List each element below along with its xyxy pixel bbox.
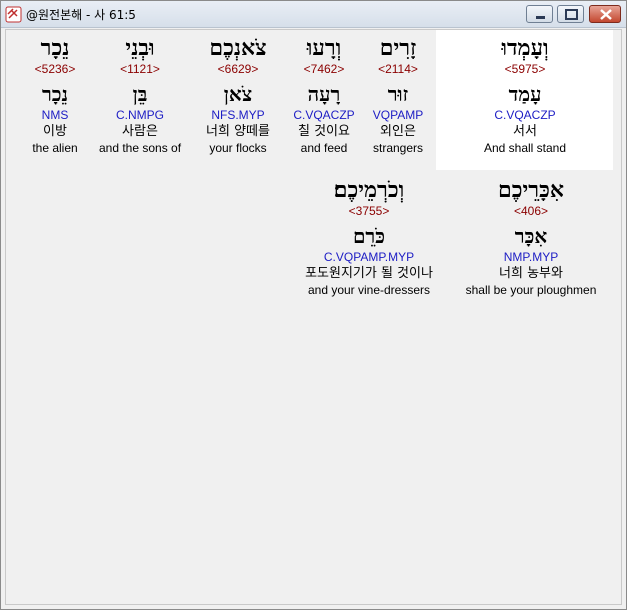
korean-gloss: 이방 [43,124,67,139]
hebrew-lemma: זוּר [387,82,409,106]
hebrew-word: צֹאנְכֶם [209,35,267,61]
strong-number[interactable]: <6629> [206,62,270,76]
interlinear-panel: וְעָמְדוּ <5975> עָמַד C.VQACZP 서서 And s… [5,29,622,605]
korean-gloss: 외인은 [380,124,416,139]
maximize-icon [565,9,578,20]
hebrew-word: וּבְנֵי [125,35,155,61]
word-block[interactable]: זָרִים <2114> זוּר VQPAMP 외인은 strangers [373,34,423,155]
english-gloss: strangers [372,141,424,155]
window-title: @원전본해 - 사 61:5 [26,8,136,22]
hebrew-word: זָרִים [379,35,417,61]
hebrew-lemma: רָעָה [307,82,341,106]
close-button[interactable] [589,5,621,23]
hebrew-word: וְרָעוּ [306,35,342,61]
parsing-code: NMP.MYP [503,250,559,264]
parsing-code: C.VQPAMP.MYP [323,250,415,264]
minimize-icon [536,16,545,19]
strong-number[interactable]: <5975> [484,62,566,76]
strong-number[interactable]: <7462> [293,62,354,76]
english-gloss: your flocks [209,141,267,155]
close-icon [600,9,612,20]
hebrew-lemma: כֹּרֵם [352,224,386,248]
korean-gloss: 칠 것이요 [298,124,350,139]
korean-gloss: 서서 [513,124,537,139]
bible-app-icon [5,6,22,23]
strong-number[interactable]: <5236> [32,62,77,76]
title-bar[interactable]: @원전본해 - 사 61:5 [1,1,626,28]
parsing-code: C.VQACZP [293,108,355,122]
english-gloss: And shall stand [483,141,567,155]
parsing-code: VQPAMP [372,108,424,122]
hebrew-lemma: צֹאן [223,82,253,106]
english-gloss: and feed [300,141,348,155]
minimize-button[interactable] [526,5,553,23]
english-gloss: shall be your ploughmen [465,283,597,297]
maximize-button[interactable] [557,5,584,23]
hebrew-lemma: בֵּן [132,82,148,106]
word-block[interactable]: וּבְנֵי <1121> בֵּן C.NMPG 사람은 and the s… [99,34,181,155]
hebrew-word: אִכָּרֵיכֶם [498,177,564,203]
strong-number[interactable]: <1121> [99,62,181,76]
app-window: @원전본해 - 사 61:5 וְעָמְדוּ <5975> עָמַד C.… [0,0,627,610]
word-block[interactable]: וְעָמְדוּ <5975> עָמַד C.VQACZP 서서 And s… [484,34,566,155]
parsing-code: NMS [41,108,69,122]
parsing-code: C.VQACZP [494,108,556,122]
word-block[interactable]: וְרָעוּ <7462> רָעָה C.VQACZP 칠 것이요 and … [293,34,354,155]
strong-number[interactable]: <3755> [305,204,433,218]
hebrew-lemma: נֵכָר [41,82,69,106]
strong-number[interactable]: <2114> [373,62,423,76]
hebrew-word: וְעָמְדוּ [501,35,549,61]
word-block[interactable]: אִכָּרֵיכֶם <406> אִכָּר NMP.MYP 너희 농부와 … [466,176,597,297]
korean-gloss: 포도원지기가 될 것이나 [305,266,433,281]
hebrew-word: נֵכָר [40,35,70,61]
english-gloss: the alien [32,141,78,155]
word-block[interactable]: וְכֹרְמֵיכֶם׃ <3755> כֹּרֵם C.VQPAMP.MYP… [305,176,433,297]
korean-gloss: 너희 농부와 [499,266,563,281]
hebrew-lemma: עָמַד [508,82,542,106]
hebrew-word: וְכֹרְמֵיכֶם׃ [333,177,405,203]
korean-gloss: 너희 양떼를 [206,124,270,139]
hebrew-lemma: אִכָּר [514,224,548,248]
word-block[interactable]: צֹאנְכֶם <6629> צֹאן NFS.MYP 너희 양떼를 your… [206,34,270,155]
word-block[interactable]: נֵכָר <5236> נֵכָר NMS 이방 the alien [32,34,77,155]
parsing-code: C.NMPG [116,108,164,122]
english-gloss: and the sons of [98,141,182,155]
korean-gloss: 사람은 [122,124,158,139]
strong-number[interactable]: <406> [466,204,597,218]
english-gloss: and your vine-dressers [307,283,431,297]
parsing-code: NFS.MYP [211,108,265,122]
